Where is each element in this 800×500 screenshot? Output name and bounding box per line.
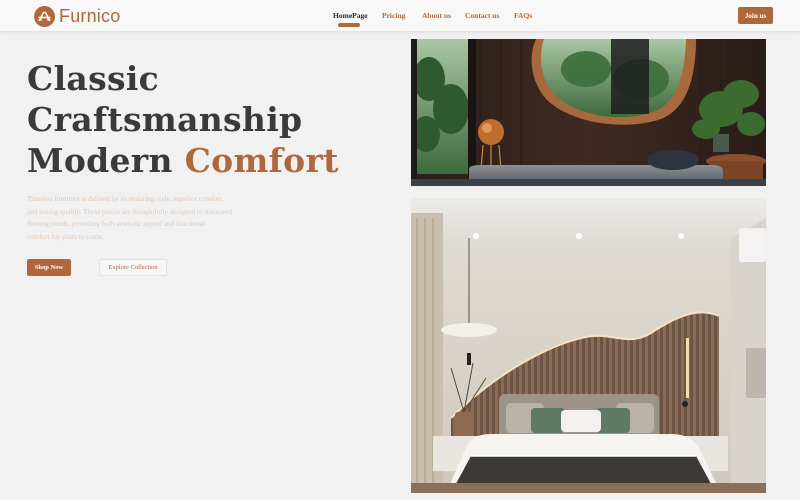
description-line: Timeless furniture is defined by its end… [27, 195, 224, 203]
nav-link-pricing[interactable]: Pricing [382, 11, 405, 20]
living-room-image [411, 39, 766, 186]
nav-links: HomePage Pricing About us Contact us FAQ… [0, 11, 800, 25]
description-line: fleeting trends, providing both aestheti… [27, 220, 206, 228]
explore-collection-button[interactable]: Explore Collection [99, 259, 167, 276]
top-navbar: Furnico HomePage Pricing About us Contac… [0, 0, 800, 32]
nav-link-homepage[interactable]: HomePage [333, 11, 368, 20]
nav-link-about-us[interactable]: About us [422, 11, 451, 20]
bedroom-image [411, 198, 766, 493]
nav-link-faqs[interactable]: FAQs [514, 11, 532, 20]
headline-line-2: Craftsmanship [27, 100, 303, 139]
join-us-button[interactable]: Join us [738, 7, 773, 24]
hero-headline: Classic Craftsmanship Modern Comfort [27, 58, 339, 181]
description-line: and lasting quality. These pieces are th… [27, 207, 232, 216]
shop-now-button[interactable]: Shop Now [27, 259, 71, 276]
active-nav-indicator [338, 23, 360, 27]
headline-comfort: Comfort [184, 141, 339, 180]
nav-link-contact-us[interactable]: Contact us [465, 11, 499, 20]
headline-modern: Modern [27, 141, 173, 180]
description-line: comfort for years to come. [27, 232, 104, 241]
hero-description: Timeless furniture is defined by its end… [27, 193, 277, 243]
headline-line-3: Modern Comfort [27, 140, 339, 181]
headline-line-1: Classic [27, 59, 160, 98]
